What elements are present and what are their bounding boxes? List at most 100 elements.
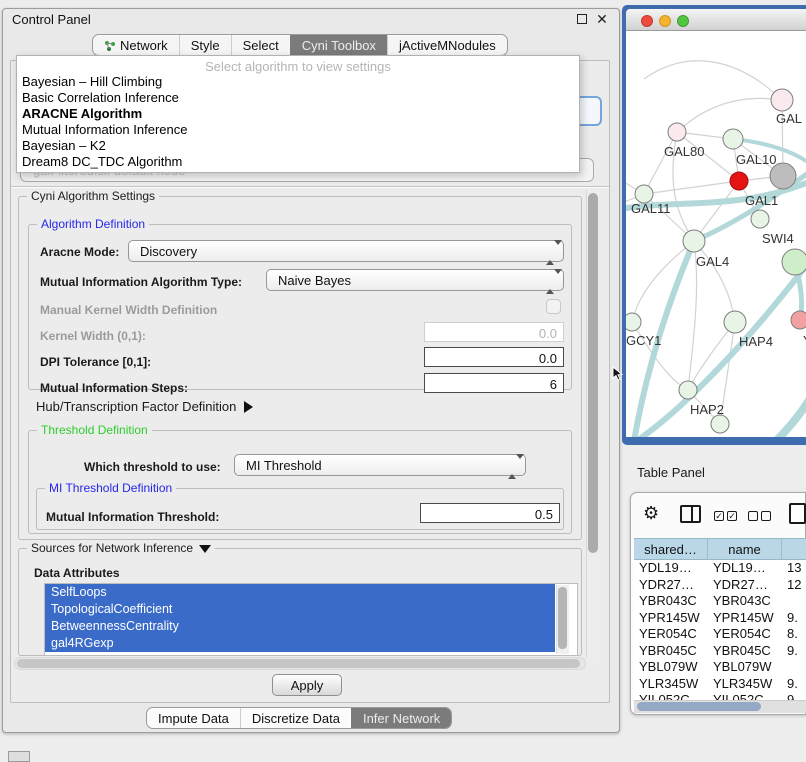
data-attribute-item[interactable]: gal4RGexp — [45, 635, 555, 652]
network-node[interactable] — [782, 249, 806, 275]
table-cell[interactable]: 13 — [782, 560, 806, 577]
table-row[interactable]: YLR345WYLR345W9. — [634, 676, 806, 693]
table-cell[interactable]: YIL052C — [708, 692, 782, 700]
table-row[interactable]: YBR045CYBR045C9. — [634, 643, 806, 660]
deselect-all-checkbox2-icon[interactable] — [761, 511, 771, 521]
table-cell[interactable] — [782, 659, 806, 676]
algorithm-option[interactable]: ARACNE Algorithm — [17, 106, 579, 122]
network-node[interactable] — [679, 381, 697, 399]
tab-cyni-toolbox[interactable]: Cyni Toolbox — [290, 35, 387, 55]
table-cell[interactable]: YPR145W — [634, 610, 708, 627]
table-cell[interactable]: YBR043C — [708, 593, 782, 610]
column-layout-icon[interactable] — [680, 505, 701, 523]
collapsed-panel-button[interactable] — [8, 751, 30, 762]
table-cell[interactable] — [782, 593, 806, 610]
network-node[interactable] — [683, 230, 705, 252]
network-node[interactable] — [626, 313, 641, 331]
table-cell[interactable]: YBR043C — [634, 593, 708, 610]
table-cell[interactable]: YER054C — [708, 626, 782, 643]
table-row[interactable]: YIL052CYIL052C9. — [634, 692, 806, 700]
document-icon[interactable] — [789, 503, 806, 524]
table-cell[interactable]: YPR145W — [708, 610, 782, 627]
column-header-cut[interactable] — [782, 539, 806, 559]
network-node[interactable] — [668, 123, 686, 141]
algorithm-option[interactable]: Basic Correlation Inference — [17, 90, 579, 106]
close-panel-button[interactable]: ✕ — [595, 12, 609, 26]
network-window-titlebar[interactable] — [626, 9, 806, 31]
tab-style[interactable]: Style — [179, 35, 231, 55]
tab-select[interactable]: Select — [231, 35, 290, 55]
dpi-tolerance-input[interactable]: 0.0 — [424, 347, 564, 367]
tab-infer-network[interactable]: Infer Network — [351, 708, 451, 728]
tab-impute-data[interactable]: Impute Data — [147, 708, 240, 728]
table-cell[interactable]: YBL079W — [708, 659, 782, 676]
table-cell[interactable]: YIL052C — [634, 692, 708, 700]
table-cell[interactable]: YDR27… — [708, 577, 782, 594]
table-cell[interactable]: YBR045C — [634, 643, 708, 660]
tab-discretize-data[interactable]: Discretize Data — [240, 708, 351, 728]
hub-tf-definition-expander[interactable]: Hub/Transcription Factor Definition — [36, 399, 253, 414]
table-settings-gear-icon[interactable]: ⚙ — [643, 503, 659, 524]
attributes-list-scrollbar-thumb[interactable] — [558, 587, 567, 649]
which-threshold-select[interactable]: MI Threshold — [234, 454, 526, 476]
algorithm-option[interactable]: Bayesian – Hill Climbing — [17, 74, 579, 90]
table-horizontal-scrollbar-thumb[interactable] — [637, 702, 761, 711]
table-cell[interactable]: YER054C — [634, 626, 708, 643]
data-attributes-list[interactable]: SelfLoopsTopologicalCoefficientBetweenne… — [44, 583, 578, 656]
algorithm-option[interactable]: Mutual Information Inference — [17, 122, 579, 138]
table-body[interactable]: YDL19…YDL19…13YDR27…YDR27…12YBR043CYBR04… — [634, 560, 806, 700]
float-window-button[interactable] — [577, 12, 591, 26]
table-header-row[interactable]: shared… name — [634, 538, 806, 560]
table-row[interactable]: YDL19…YDL19…13 — [634, 560, 806, 577]
network-view-canvas[interactable]: GALGAL80GAL10GAL1GAL11SWI4GAL4GCY1HAP4YH… — [626, 31, 806, 437]
tab-network[interactable]: Network — [93, 35, 179, 55]
apply-button[interactable]: Apply — [272, 674, 342, 696]
kernel-width-input[interactable]: 0.0 — [424, 322, 564, 342]
column-header-shared-name[interactable]: shared… — [634, 539, 708, 559]
column-header-name[interactable]: name — [708, 539, 782, 559]
network-node[interactable] — [723, 129, 743, 149]
network-node[interactable] — [771, 89, 793, 111]
settings-horizontal-scrollbar-thumb[interactable] — [17, 659, 580, 668]
table-row[interactable]: YBR043CYBR043C — [634, 593, 806, 610]
aracne-mode-select[interactable]: Discovery — [128, 240, 564, 262]
table-cell[interactable]: YLR345W — [634, 676, 708, 693]
close-traffic-light-icon[interactable] — [641, 15, 653, 27]
table-row[interactable]: YPR145WYPR145W9. — [634, 610, 806, 627]
table-cell[interactable]: 9. — [782, 610, 806, 627]
select-all-checkbox-icon[interactable]: ✓ — [714, 511, 724, 521]
table-row[interactable]: YDR27…YDR27…12 — [634, 577, 806, 594]
algorithm-option[interactable]: Bayesian – K2 — [17, 138, 579, 154]
table-cell[interactable]: YBL079W — [634, 659, 708, 676]
table-cell[interactable]: 12 — [782, 577, 806, 594]
table-cell[interactable]: 9. — [782, 676, 806, 693]
algorithm-dropdown-list[interactable]: Select algorithm to view settings Bayesi… — [16, 55, 580, 173]
deselect-all-checkbox-icon[interactable] — [748, 511, 758, 521]
table-row[interactable]: YBL079WYBL079W — [634, 659, 806, 676]
table-row[interactable]: YER054CYER054C8. — [634, 626, 806, 643]
mi-threshold-input[interactable]: 0.5 — [420, 503, 560, 523]
table-cell[interactable]: 9. — [782, 692, 806, 700]
table-cell[interactable]: YDR27… — [634, 577, 708, 594]
network-node[interactable] — [791, 311, 806, 329]
mi-algorithm-type-select[interactable]: Naive Bayes — [266, 269, 564, 291]
network-node[interactable] — [724, 311, 746, 333]
data-attribute-item[interactable]: SelfLoops — [45, 584, 555, 601]
table-cell[interactable]: 8. — [782, 626, 806, 643]
mi-steps-input[interactable]: 6 — [424, 373, 564, 393]
table-cell[interactable]: YLR345W — [708, 676, 782, 693]
select-all-checkbox2-icon[interactable]: ✓ — [727, 511, 737, 521]
table-cell[interactable]: YDL19… — [708, 560, 782, 577]
table-cell[interactable]: 9. — [782, 643, 806, 660]
algorithm-option[interactable]: Dream8 DC_TDC Algorithm — [17, 154, 579, 170]
tab-jactivemnodules[interactable]: jActiveMNodules — [387, 35, 507, 55]
manual-kernel-width-checkbox[interactable] — [546, 299, 561, 314]
data-attribute-item[interactable]: TopologicalCoefficient — [45, 601, 555, 618]
minimize-traffic-light-icon[interactable] — [659, 15, 671, 27]
table-cell[interactable]: YBR045C — [708, 643, 782, 660]
table-cell[interactable]: YDL19… — [634, 560, 708, 577]
network-node[interactable] — [751, 210, 769, 228]
data-attribute-item[interactable]: BetweennessCentrality — [45, 618, 555, 635]
settings-vertical-scrollbar-thumb[interactable] — [588, 193, 598, 553]
zoom-traffic-light-icon[interactable] — [677, 15, 689, 27]
